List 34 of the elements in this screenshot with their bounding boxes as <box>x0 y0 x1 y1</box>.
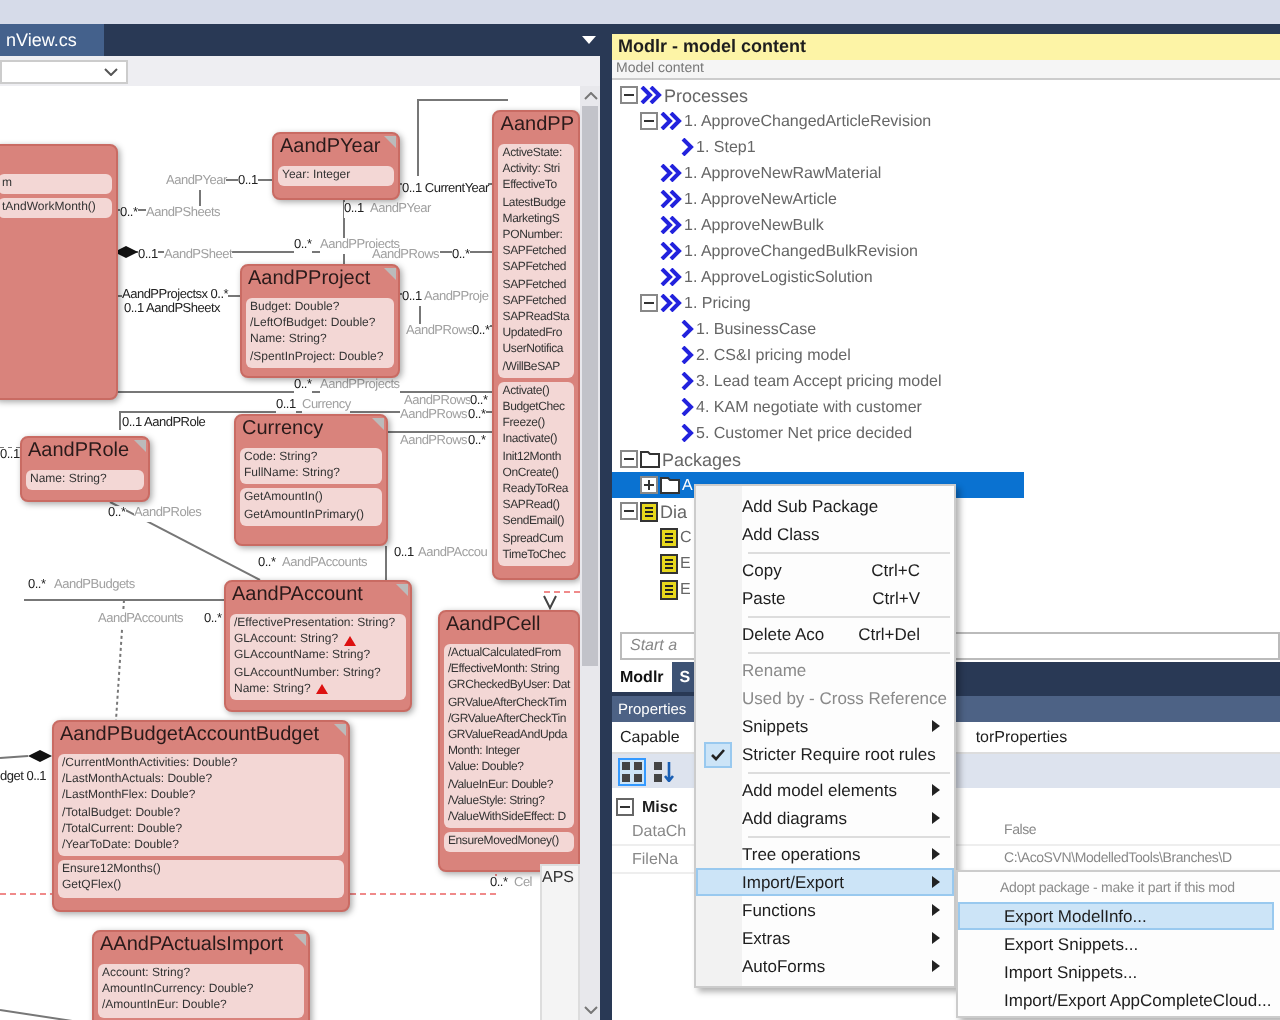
tree-item-label: Dia <box>660 501 688 521</box>
tree-item-label: C <box>680 528 692 546</box>
class-name: AAndPActualsImport <box>98 932 286 960</box>
tree-item-label: Processes <box>664 85 749 105</box>
class-name: AandPAccount <box>230 582 365 610</box>
tree-item-label: 1. BusinessCase <box>696 320 817 338</box>
tree-item-label: E <box>680 580 691 598</box>
overview-label: APS <box>542 868 575 886</box>
tree-item-label: 1. ApproveChangedArticleRevision <box>684 112 932 130</box>
category-label: Misc <box>642 797 678 815</box>
class-name: AandPRole <box>26 438 130 466</box>
tree-item-label: 3. Lead team Accept pricing model <box>696 372 942 390</box>
panel-title: Modlr - model content <box>612 34 1280 60</box>
property-name: DataCh <box>632 822 687 840</box>
tree-item-label: 1. Step1 <box>696 138 756 156</box>
tree-item-label: E <box>680 554 691 572</box>
class-name: Currency <box>240 416 326 444</box>
class-name: AandPBudgetAccountBudget <box>58 722 322 750</box>
tree-item-label: Packages <box>662 449 742 469</box>
tree-item-label: 4. KAM negotiate with customer <box>696 398 922 416</box>
tree-item-label: 5. Customer Net price decided <box>696 424 913 442</box>
tree-item-label: 1. Pricing <box>684 294 751 312</box>
class-name: AandPProject <box>246 266 373 294</box>
tree-item-label: 1. ApproveChangedBulkRevision <box>684 242 918 260</box>
tree-item-label: 1. ApproveLogisticSolution <box>684 268 873 286</box>
class-name: AandPP <box>498 112 574 140</box>
tree-item-label: 2. CS&I pricing model <box>696 346 851 364</box>
class-name: AandPYear <box>278 134 381 162</box>
class-name: AandPCell <box>443 612 543 640</box>
tree-item-label: A <box>682 476 693 494</box>
property-name: FileNa <box>632 850 679 868</box>
tree-item-label: 1. ApproveNewBulk <box>684 216 824 234</box>
tree-item-label: 1. ApproveNewRawMaterial <box>684 164 882 182</box>
tree-item-label: 1. ApproveNewArticle <box>684 190 837 208</box>
